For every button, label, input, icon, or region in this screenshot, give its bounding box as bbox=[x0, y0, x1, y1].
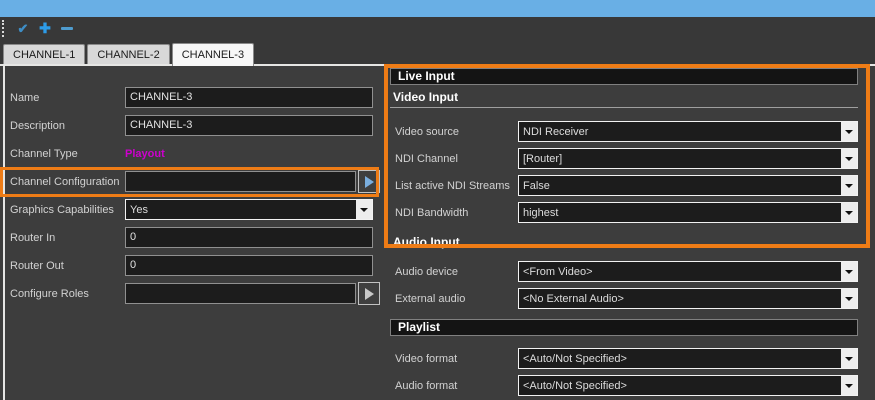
configure-roles-label: Configure Roles bbox=[10, 288, 125, 300]
window-titlebar bbox=[0, 0, 875, 17]
audio-device-row: Audio device <From Video> bbox=[390, 261, 858, 282]
audio-device-value: <From Video> bbox=[519, 266, 841, 278]
list-active-ndi-streams-dropdown[interactable]: False bbox=[518, 175, 858, 196]
audio-format-dropdown[interactable]: <Auto/Not Specified> bbox=[518, 375, 858, 396]
play-arrow-icon bbox=[365, 288, 374, 300]
description-row: Description CHANNEL-3 bbox=[10, 115, 380, 136]
list-active-ndi-streams-value: False bbox=[519, 180, 841, 192]
video-input-header: Video Input bbox=[390, 88, 858, 108]
ndi-bandwidth-dropdown[interactable]: highest bbox=[518, 202, 858, 223]
tab-channel-2[interactable]: CHANNEL-2 bbox=[87, 44, 169, 64]
list-active-ndi-streams-row: List active NDI Streams False bbox=[390, 175, 858, 196]
name-label: Name bbox=[10, 92, 125, 104]
channel-configuration-label: Channel Configuration bbox=[10, 176, 125, 188]
router-out-label: Router Out bbox=[10, 260, 125, 272]
description-input[interactable]: CHANNEL-3 bbox=[125, 115, 373, 136]
tab-channel-1[interactable]: CHANNEL-1 bbox=[3, 44, 85, 64]
chevron-down-icon bbox=[841, 289, 857, 308]
chevron-down-icon bbox=[356, 200, 372, 219]
ndi-channel-row: NDI Channel [Router] bbox=[390, 148, 858, 169]
external-audio-dropdown[interactable]: <No External Audio> bbox=[518, 288, 858, 309]
live-input-settings-panel: Live Input Video Input Video source NDI … bbox=[390, 68, 858, 400]
audio-format-value: <Auto/Not Specified> bbox=[519, 380, 841, 392]
tabpage-left-border bbox=[3, 66, 5, 400]
audio-device-label: Audio device bbox=[390, 266, 518, 278]
video-format-dropdown[interactable]: <Auto/Not Specified> bbox=[518, 348, 858, 369]
router-out-input[interactable]: 0 bbox=[125, 255, 373, 276]
audio-device-dropdown[interactable]: <From Video> bbox=[518, 261, 858, 282]
ndi-channel-dropdown[interactable]: [Router] bbox=[518, 148, 858, 169]
channel-tabstrip: CHANNEL-1 CHANNEL-2 CHANNEL-3 bbox=[3, 40, 872, 64]
external-audio-label: External audio bbox=[390, 293, 518, 305]
audio-input-header: Audio Input bbox=[390, 233, 858, 251]
video-source-value: NDI Receiver bbox=[519, 126, 841, 138]
configure-roles-input[interactable] bbox=[125, 283, 356, 304]
ndi-bandwidth-value: highest bbox=[519, 207, 841, 219]
apply-check-icon[interactable]: ✔ bbox=[12, 21, 34, 37]
router-in-row: Router In 0 bbox=[10, 227, 380, 248]
graphics-capabilities-label: Graphics Capabilities bbox=[10, 204, 125, 216]
router-out-row: Router Out 0 bbox=[10, 255, 380, 276]
name-row: Name CHANNEL-3 bbox=[10, 87, 380, 108]
list-active-ndi-streams-label: List active NDI Streams bbox=[390, 180, 518, 192]
tab-channel-3[interactable]: CHANNEL-3 bbox=[172, 43, 254, 66]
configure-roles-browse-button[interactable] bbox=[358, 282, 380, 305]
video-format-label: Video format bbox=[390, 353, 518, 365]
video-source-dropdown[interactable]: NDI Receiver bbox=[518, 121, 858, 142]
ndi-bandwidth-row: NDI Bandwidth highest bbox=[390, 202, 858, 223]
channel-settings-panel: Name CHANNEL-3 Description CHANNEL-3 Cha… bbox=[10, 66, 380, 311]
external-audio-value: <No External Audio> bbox=[519, 293, 841, 305]
configure-roles-row: Configure Roles bbox=[10, 283, 380, 304]
channel-type-label: Channel Type bbox=[10, 148, 125, 160]
toolbar-grip-handle[interactable] bbox=[2, 20, 5, 37]
video-source-row: Video source NDI Receiver bbox=[390, 121, 858, 142]
toolbar: ✔ ✚ bbox=[0, 17, 875, 40]
channel-type-row: Channel Type Playout bbox=[10, 143, 380, 164]
video-source-label: Video source bbox=[390, 126, 518, 138]
chevron-down-icon bbox=[841, 203, 857, 222]
chevron-down-icon bbox=[841, 149, 857, 168]
external-audio-row: External audio <No External Audio> bbox=[390, 288, 858, 309]
live-input-header: Live Input bbox=[390, 68, 858, 85]
chevron-down-icon bbox=[841, 262, 857, 281]
ndi-channel-label: NDI Channel bbox=[390, 153, 518, 165]
description-label: Description bbox=[10, 120, 125, 132]
router-in-input[interactable]: 0 bbox=[125, 227, 373, 248]
graphics-capabilities-row: Graphics Capabilities Yes bbox=[10, 199, 380, 220]
playlist-header: Playlist bbox=[390, 319, 858, 336]
router-in-label: Router In bbox=[10, 232, 125, 244]
ndi-channel-value: [Router] bbox=[519, 153, 841, 165]
video-format-row: Video format <Auto/Not Specified> bbox=[390, 348, 858, 369]
chevron-down-icon bbox=[841, 176, 857, 195]
chevron-down-icon bbox=[841, 349, 857, 368]
remove-channel-icon[interactable] bbox=[61, 27, 73, 30]
audio-format-row: Audio format <Auto/Not Specified> bbox=[390, 375, 858, 396]
ndi-bandwidth-label: NDI Bandwidth bbox=[390, 207, 518, 219]
add-channel-icon[interactable]: ✚ bbox=[34, 20, 56, 37]
chevron-down-icon bbox=[841, 376, 857, 395]
chevron-down-icon bbox=[841, 122, 857, 141]
channel-type-value: Playout bbox=[125, 148, 165, 160]
video-format-value: <Auto/Not Specified> bbox=[519, 353, 841, 365]
graphics-capabilities-value: Yes bbox=[126, 204, 356, 216]
channel-configuration-browse-button[interactable] bbox=[358, 170, 380, 193]
play-arrow-icon bbox=[365, 176, 374, 188]
name-input[interactable]: CHANNEL-3 bbox=[125, 87, 373, 108]
channel-configuration-input[interactable] bbox=[125, 171, 356, 192]
audio-format-label: Audio format bbox=[390, 380, 518, 392]
graphics-capabilities-dropdown[interactable]: Yes bbox=[125, 199, 373, 220]
channel-configuration-row: Channel Configuration bbox=[10, 171, 380, 192]
